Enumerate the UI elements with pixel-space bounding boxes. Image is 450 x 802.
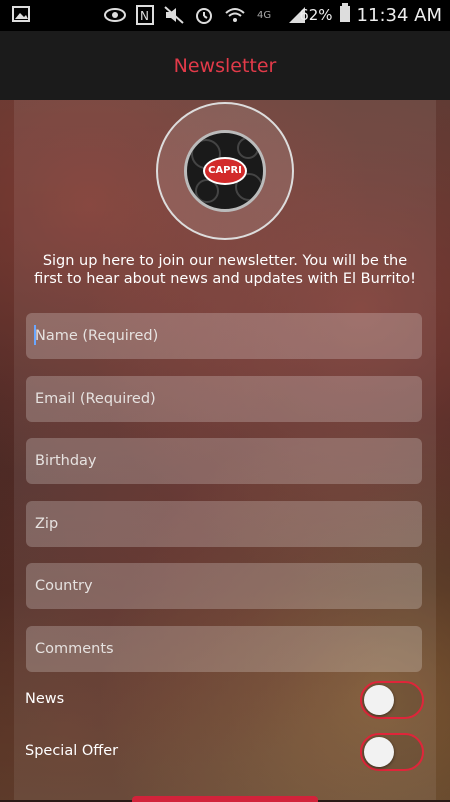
country-field[interactable]: [26, 563, 422, 609]
special-offer-label: Special Offer: [25, 743, 119, 759]
zip-field[interactable]: [26, 501, 422, 547]
logo-emblem: CAPRI: [184, 130, 266, 212]
comments-field[interactable]: [26, 626, 422, 672]
wifi-icon: [224, 6, 246, 28]
email-input[interactable]: [26, 376, 422, 422]
zip-input[interactable]: [26, 501, 422, 547]
news-toggle[interactable]: [360, 681, 424, 719]
text-cursor: [34, 325, 36, 345]
logo-badge: CAPRI: [203, 157, 247, 185]
battery-percent: 62%: [299, 6, 333, 24]
toggle-knob: [364, 737, 394, 767]
battery-icon: [339, 3, 351, 27]
alarm-icon: [194, 5, 214, 29]
mute-icon: [164, 6, 184, 28]
app-bar: Newsletter: [0, 31, 450, 100]
name-input[interactable]: [26, 313, 422, 359]
nfc-icon: N: [136, 5, 154, 29]
birthday-field[interactable]: [26, 438, 422, 484]
toggle-knob: [364, 685, 394, 715]
special-offer-toggle[interactable]: [360, 733, 424, 771]
svg-text:N: N: [140, 9, 149, 23]
news-row: News: [0, 681, 450, 721]
status-bar: N 4G 62% 11:34 AM: [0, 0, 450, 31]
page-title: Newsletter: [173, 55, 277, 77]
clock: 11:34 AM: [356, 4, 442, 26]
image-icon: [12, 6, 30, 26]
name-field[interactable]: [26, 313, 422, 359]
submit-button[interactable]: [132, 796, 318, 802]
4g-icon: 4G: [256, 7, 278, 27]
logo: CAPRI: [156, 102, 294, 240]
svg-text:4G: 4G: [257, 10, 271, 21]
news-label: News: [25, 691, 65, 707]
birthday-input[interactable]: [26, 438, 422, 484]
eye-icon: [104, 7, 126, 27]
country-input[interactable]: [26, 563, 422, 609]
email-field[interactable]: [26, 376, 422, 422]
special-offer-row: Special Offer: [0, 733, 450, 773]
intro-text: Sign up here to join our newsletter. You…: [34, 253, 416, 287]
comments-input[interactable]: [26, 626, 422, 672]
